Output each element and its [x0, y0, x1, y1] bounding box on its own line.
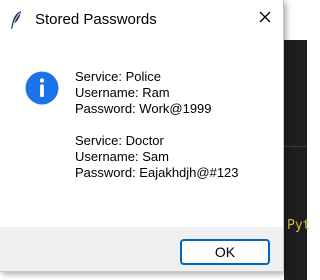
dialog-content: Service: Police Username: Ram Password: … [0, 40, 283, 227]
password-label: Password: Eajakhdjh@#123 [75, 165, 239, 180]
window-title: Stored Passwords [35, 11, 157, 28]
close-icon [259, 10, 271, 28]
service-label: Service: Police [75, 69, 161, 84]
info-icon [25, 71, 59, 105]
message-dialog: Stored Passwords Service: Police Usernam… [0, 0, 284, 272]
feather-icon [8, 10, 24, 30]
button-bar: OK [0, 227, 283, 271]
background-divider [284, 146, 307, 147]
username-label: Username: Ram [75, 85, 170, 100]
background-editor-text: Pyt [287, 218, 311, 233]
message-text: Service: Police Username: Ram Password: … [75, 69, 239, 181]
entry-spacer [75, 117, 239, 133]
username-label: Username: Sam [75, 149, 169, 164]
background-editor-window [284, 40, 307, 280]
password-label: Password: Work@1999 [75, 101, 212, 116]
ok-button[interactable]: OK [180, 239, 270, 265]
close-button[interactable] [246, 0, 284, 38]
title-bar[interactable]: Stored Passwords [0, 0, 283, 40]
service-label: Service: Doctor [75, 133, 164, 148]
